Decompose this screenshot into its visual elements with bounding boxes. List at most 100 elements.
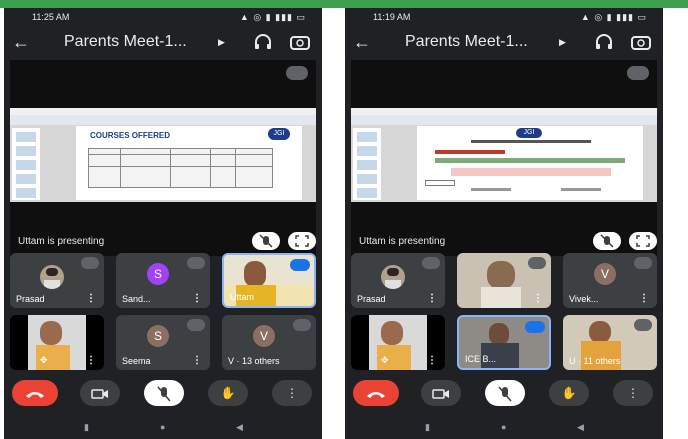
participant-tile-active[interactable]: Uttam [222, 253, 316, 308]
recent-apps-icon[interactable]: ▮ [84, 422, 89, 433]
video-toggle-button[interactable] [80, 380, 120, 406]
recent-apps-icon[interactable]: ▮ [425, 422, 430, 433]
mute-presentation-button[interactable] [252, 232, 280, 250]
more-icon[interactable]: ⋮ [192, 355, 202, 366]
end-call-button[interactable] [353, 380, 399, 406]
meeting-title[interactable]: Parents Meet-1... [405, 33, 528, 51]
participant-name: ICE B... [465, 354, 497, 364]
more-icon: ⋮ [286, 386, 298, 400]
end-call-icon [367, 391, 385, 398]
more-icon[interactable]: ⋮ [639, 293, 649, 304]
meeting-title[interactable]: Parents Meet-1... [64, 33, 187, 51]
call-controls: ✋ ⋮ [4, 374, 322, 410]
phone-screen-1: 11:25 AM ▲ ◎ ▮ ▮▮▮ ▭ ← Parents Meet-1...… [4, 8, 322, 439]
participant-name: Prasad [357, 294, 386, 304]
more-icon[interactable]: ⋮ [427, 355, 437, 366]
speaking-indicator [525, 321, 545, 333]
video-icon [91, 389, 108, 399]
participant-tile[interactable]: Prasad ⋮ [10, 253, 104, 308]
mic-off-icon [498, 386, 512, 402]
back-arrow-icon[interactable]: ← [353, 32, 371, 53]
end-call-button[interactable] [12, 380, 58, 406]
mic-off-icon [634, 319, 652, 331]
mic-toggle-button[interactable] [485, 380, 525, 406]
mic-off-icon [81, 257, 99, 269]
move-icon[interactable]: ✥ [40, 355, 48, 366]
participant-tile[interactable]: Prasad ⋮ [351, 253, 445, 308]
raise-hand-icon: ✋ [561, 386, 577, 400]
raise-hand-icon: ✋ [220, 386, 236, 400]
headphones-icon[interactable] [254, 34, 272, 50]
mic-off-icon [422, 257, 440, 269]
nav-back-icon[interactable]: ◀ [577, 422, 584, 433]
headphones-icon[interactable] [595, 34, 613, 50]
presentation-stage[interactable]: COURSES OFFERED JGI Uttam is presenting [10, 60, 316, 256]
end-call-icon [26, 391, 44, 398]
more-options-button[interactable]: ⋮ [613, 380, 653, 406]
more-options-button[interactable]: ⋮ [272, 380, 312, 406]
switch-camera-icon[interactable] [631, 34, 651, 50]
status-time: 11:25 AM [32, 12, 70, 22]
participant-tile-self[interactable]: ✥ ⋮ [351, 315, 445, 370]
participant-name: Sand... [122, 294, 151, 304]
more-icon[interactable]: ⋮ [533, 293, 543, 304]
status-icons: ▲ ◎ ▮ ▮▮▮ ▭ [239, 12, 306, 22]
switch-camera-icon[interactable] [290, 34, 310, 50]
participant-name: Prasad [16, 294, 45, 304]
mic-off-icon [634, 257, 652, 269]
presentation-stage[interactable]: JGI Uttam is presenting [351, 60, 657, 256]
participant-tile-self[interactable]: ✥ ⋮ [10, 315, 104, 370]
slide-logo: JGI [268, 128, 290, 140]
avatar: V [594, 263, 616, 285]
raise-hand-button[interactable]: ✋ [549, 380, 589, 406]
mic-off-icon [187, 319, 205, 331]
participant-tile[interactable]: S Seema ⋮ [116, 315, 210, 370]
participant-tile[interactable]: V Vivek... ⋮ [563, 253, 657, 308]
status-time: 11:19 AM [373, 12, 411, 22]
system-nav-bar: ▮ ● ◀ [345, 415, 663, 439]
more-icon: ⋮ [627, 386, 639, 400]
avatar [40, 265, 64, 289]
nav-back-icon[interactable]: ◀ [236, 422, 243, 433]
speaking-indicator [290, 259, 310, 271]
more-icon[interactable]: ⋮ [86, 355, 96, 366]
status-icons: ▲ ◎ ▮ ▮▮▮ ▭ [580, 12, 647, 22]
app-bar: ← Parents Meet-1... ▶ [345, 26, 663, 60]
participant-name: Vivek... [569, 294, 599, 304]
participant-tile[interactable]: S Sand... ⋮ [116, 253, 210, 308]
video-icon [432, 389, 449, 399]
more-icon[interactable]: ⋮ [86, 293, 96, 304]
fullscreen-button[interactable] [629, 232, 657, 250]
others-tile[interactable]: U · 11 others [563, 315, 657, 370]
more-icon[interactable]: ⋮ [192, 293, 202, 304]
caret-right-icon[interactable]: ▶ [218, 37, 225, 48]
raise-hand-button[interactable]: ✋ [208, 380, 248, 406]
participant-tile-active[interactable]: ICE B... [457, 315, 551, 370]
caret-right-icon[interactable]: ▶ [559, 37, 566, 48]
mic-off-icon [286, 66, 308, 80]
mic-off-icon [157, 386, 171, 402]
home-icon[interactable]: ● [501, 422, 506, 432]
fullscreen-icon [295, 235, 309, 247]
app-bar: ← Parents Meet-1... ▶ [4, 26, 322, 60]
others-tile[interactable]: V V · 13 others [222, 315, 316, 370]
home-icon[interactable]: ● [160, 422, 165, 432]
fullscreen-button[interactable] [288, 232, 316, 250]
mute-presentation-button[interactable] [593, 232, 621, 250]
fullscreen-icon [636, 235, 650, 247]
call-controls: ✋ ⋮ [345, 374, 663, 410]
mic-off-icon [187, 257, 205, 269]
mic-off-icon [600, 234, 614, 248]
back-arrow-icon[interactable]: ← [12, 32, 30, 53]
avatar: S [147, 325, 169, 347]
mic-toggle-button[interactable] [144, 380, 184, 406]
shared-slide: COURSES OFFERED JGI [10, 108, 316, 202]
mic-off-icon [528, 257, 546, 269]
participant-tile[interactable]: ⋮ [457, 253, 551, 308]
avatar: V [253, 325, 275, 347]
mic-off-icon [293, 319, 311, 331]
move-icon[interactable]: ✥ [381, 355, 389, 366]
video-toggle-button[interactable] [421, 380, 461, 406]
more-icon[interactable]: ⋮ [427, 293, 437, 304]
slide-heading: COURSES OFFERED [90, 131, 171, 140]
